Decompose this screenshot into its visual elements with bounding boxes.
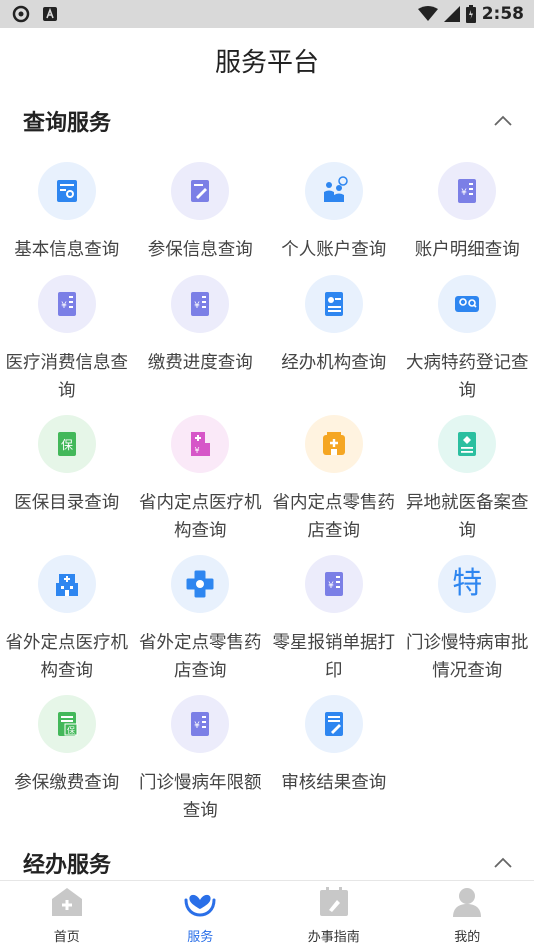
- service-item-label: 门诊慢特病审批情况查询: [406, 633, 529, 681]
- service-item-label: 省内定点零售药店查询: [272, 493, 396, 541]
- query-section-header[interactable]: 查询服务: [0, 92, 534, 150]
- status-bar: 2:58: [0, 0, 534, 28]
- service-item[interactable]: 省外定点医疗机构查询: [0, 555, 134, 695]
- service-item-label: 参保缴费查询: [14, 773, 120, 793]
- medical-cross-icon: [171, 555, 230, 613]
- guide-calendar-icon: [317, 886, 351, 922]
- ledger-icon: ¥: [37, 275, 96, 333]
- svg-text:保: 保: [67, 725, 75, 735]
- battery-icon: [465, 5, 476, 23]
- svg-text:保: 保: [61, 438, 73, 452]
- insurance-catalog-icon: 保: [37, 415, 96, 473]
- tab-profile[interactable]: 我的: [401, 881, 534, 950]
- service-item-label: 参保信息查询: [147, 240, 253, 260]
- service-item-label: 医疗消费信息查询: [5, 353, 129, 401]
- service-item[interactable]: 大病特药登记查询: [401, 275, 534, 415]
- id-card-icon: [304, 275, 363, 333]
- service-item[interactable]: ¥ 缴费进度查询: [134, 275, 268, 415]
- service-item[interactable]: ¥ 零星报销单据打印: [267, 555, 401, 695]
- tab-label: 我的: [454, 930, 481, 945]
- certificate-icon: [37, 162, 96, 220]
- svg-text:¥: ¥: [194, 721, 200, 731]
- service-item[interactable]: 个人账户查询: [267, 162, 401, 275]
- service-item-label: 个人账户查询: [281, 240, 387, 260]
- service-item[interactable]: 审核结果查询: [267, 695, 401, 825]
- signal-icon: [443, 6, 460, 22]
- hospital-chart-icon: ¥: [171, 415, 230, 473]
- special-char-icon: 特: [438, 555, 497, 613]
- svg-text:¥: ¥: [461, 188, 467, 198]
- section-title: 查询服务: [23, 111, 112, 136]
- service-item-label: 审核结果查询: [281, 773, 387, 793]
- edit-document-icon: [171, 162, 230, 220]
- hospital-building-icon: [37, 555, 96, 613]
- home-icon: [50, 886, 84, 922]
- pharmacy-icon: [304, 415, 363, 473]
- svg-text:¥: ¥: [194, 301, 200, 311]
- query-service-grid: 基本信息查询 参保信息查询 个人账户查询 ¥ 账户明细查询 ¥ 医疗消费信息查询 ¥ 缴费进度查…: [0, 150, 534, 825]
- chevron-up-icon[interactable]: [492, 852, 514, 874]
- section-title: 经办服务: [23, 853, 112, 878]
- svg-text:¥: ¥: [328, 581, 334, 591]
- sync-icon: [12, 5, 30, 23]
- profile-icon: [450, 886, 484, 922]
- chevron-up-icon[interactable]: [492, 110, 514, 132]
- ledger-icon: ¥: [171, 695, 230, 753]
- page-header: 服务平台: [0, 28, 534, 92]
- service-item-label: 异地就医备案查询: [406, 493, 529, 541]
- service-item[interactable]: 省外定点零售药店查询: [134, 555, 268, 695]
- ledger-icon: ¥: [304, 555, 363, 613]
- a-badge-icon: [42, 6, 58, 22]
- service-item[interactable]: 经办机构查询: [267, 275, 401, 415]
- wifi-icon: [417, 6, 438, 22]
- page-title: 服务平台: [214, 47, 319, 78]
- service-item-label: 省外定点零售药店查询: [139, 633, 262, 681]
- document-pen-icon: [304, 695, 363, 753]
- tab-guide[interactable]: 办事指南: [267, 881, 401, 950]
- contact-search-icon: [438, 275, 497, 333]
- service-item[interactable]: ¥ 账户明细查询: [401, 162, 534, 275]
- service-item[interactable]: 保医保目录查询: [0, 415, 134, 555]
- service-item-label: 门诊慢病年限额查询: [139, 773, 262, 821]
- svg-text:¥: ¥: [61, 301, 67, 311]
- service-heart-icon: [183, 886, 217, 922]
- service-item[interactable]: 基本信息查询: [0, 162, 134, 275]
- service-item-label: 缴费进度查询: [147, 353, 253, 373]
- service-item-label: 省内定点医疗机构查询: [139, 493, 262, 541]
- service-item-label: 零星报销单据打印: [272, 633, 396, 681]
- service-item[interactable]: ¥ 医疗消费信息查询: [0, 275, 134, 415]
- service-item[interactable]: 特门诊慢特病审批情况查询: [401, 555, 534, 695]
- status-time: 2:58: [481, 4, 524, 24]
- service-item-label: 基本信息查询: [14, 240, 120, 260]
- service-item[interactable]: 保参保缴费查询: [0, 695, 134, 825]
- ledger-icon: ¥: [438, 162, 497, 220]
- service-item-label: 医保目录查询: [14, 493, 120, 513]
- svg-text:¥: ¥: [195, 446, 200, 455]
- service-item-label: 账户明细查询: [414, 240, 520, 260]
- record-icon: [438, 415, 497, 473]
- service-item-label: 经办机构查询: [281, 353, 387, 373]
- tab-label: 首页: [53, 930, 80, 945]
- tab-service[interactable]: 服务: [134, 881, 268, 950]
- service-item[interactable]: ¥ 门诊慢病年限额查询: [134, 695, 268, 825]
- service-item-label: 省外定点医疗机构查询: [5, 633, 129, 681]
- people-icon: [304, 162, 363, 220]
- service-item[interactable]: ¥ 省内定点医疗机构查询: [134, 415, 268, 555]
- tab-home[interactable]: 首页: [0, 881, 134, 950]
- insurance-payment-icon: 保: [37, 695, 96, 753]
- service-item[interactable]: 参保信息查询: [134, 162, 268, 275]
- ledger-icon: ¥: [171, 275, 230, 333]
- service-item[interactable]: 异地就医备案查询: [401, 415, 534, 555]
- service-item[interactable]: 省内定点零售药店查询: [267, 415, 401, 555]
- service-item-label: 大病特药登记查询: [406, 353, 529, 401]
- tab-label: 办事指南: [307, 930, 360, 945]
- bottom-tab-bar: 首页 服务 办事指南 我的: [0, 880, 534, 950]
- tab-label: 服务: [187, 930, 214, 945]
